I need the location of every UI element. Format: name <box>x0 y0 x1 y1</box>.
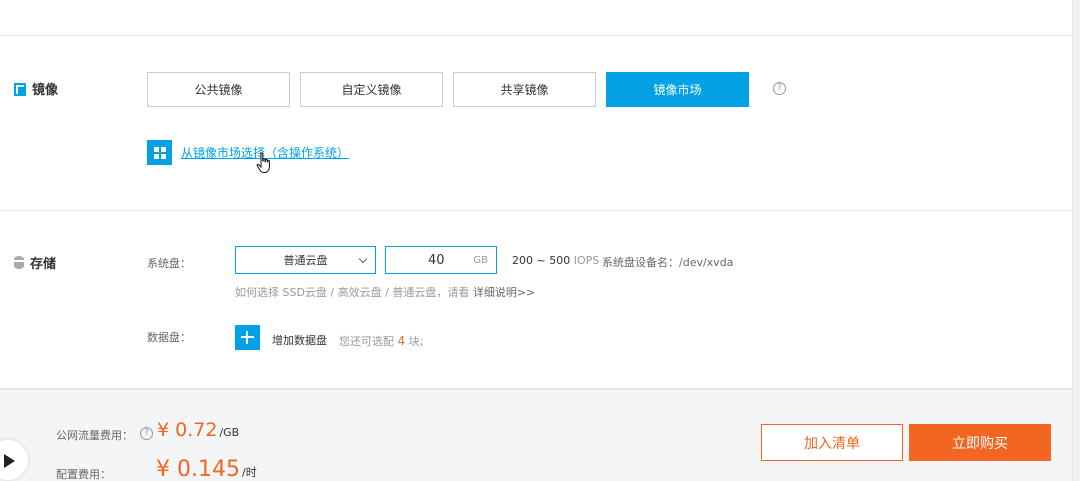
buy-now-button[interactable]: 立即购买 <box>909 424 1051 461</box>
partial-text: ··· ··· ··· · ·· ··· ·· · ·· <box>146 0 281 5</box>
tab-image-market[interactable]: 镜像市场 <box>606 72 749 107</box>
config-price-unit: /时 <box>241 466 257 479</box>
traffic-fee-label: 公网流量费用： <box>56 429 133 442</box>
fee-help-icon[interactable]: ? <box>140 427 153 440</box>
detail-link[interactable]: 详细说明>> <box>473 286 535 299</box>
disk-type-select[interactable]: 普通云盘 <box>235 246 376 274</box>
traffic-price-unit: /GB <box>219 426 240 439</box>
disk-hint-text: 如何选择 SSD云盘 / 高效云盘 / 普通云盘，请看 <box>235 286 470 299</box>
remaining-disks: 您还可选配 4 块; <box>339 333 423 349</box>
top-section-partial: ··· ··· ··· · ·· ··· ·· · ·· <box>0 0 1072 36</box>
disk-size-input[interactable]: 40 GB <box>385 246 497 274</box>
help-icon[interactable]: ? <box>773 82 786 95</box>
tab-custom-image[interactable]: 自定义镜像 <box>300 72 443 107</box>
storage-section: 存储 系统盘： 普通云盘 40 GB 200 ~ 500 IOPS 系统盘设备名… <box>0 211 1072 389</box>
remaining-prefix: 您还可选配 <box>339 335 394 348</box>
system-disk-label: 系统盘： <box>147 257 191 270</box>
storage-section-title: 存储 <box>14 253 56 272</box>
price-footer: 公网流量费用： ? ¥ 0.72 /GB 配置费用： ¥ 0.145 /时 加入… <box>0 389 1072 481</box>
disk-size-unit: GB <box>473 255 488 266</box>
storage-section-label: 存储 <box>30 257 57 272</box>
add-to-cart-button[interactable]: 加入清单 <box>761 424 903 461</box>
image-icon <box>14 82 26 96</box>
add-data-disk-label[interactable]: 增加数据盘 <box>272 332 327 348</box>
tab-public-image[interactable]: 公共镜像 <box>147 72 290 107</box>
chevron-down-icon <box>358 254 368 264</box>
iops-range: 200 ~ 500 IOPS <box>512 254 599 267</box>
image-tabs: 公共镜像 自定义镜像 共享镜像 镜像市场 <box>147 72 749 107</box>
disk-hint: 如何选择 SSD云盘 / 高效云盘 / 普通云盘，请看 详细说明>> <box>235 284 535 300</box>
iops-value: 200 ~ 500 <box>512 254 571 267</box>
device-name: 系统盘设备名：/dev/xvda <box>602 256 734 269</box>
hand-pointer-icon <box>256 152 270 173</box>
iops-unit: IOPS <box>573 254 600 267</box>
traffic-price-value: ¥ 0.72 <box>157 419 218 441</box>
data-disk-label: 数据盘： <box>147 331 191 344</box>
remaining-count: 4 <box>397 334 406 348</box>
config-fee-label: 配置费用： <box>56 468 111 481</box>
add-data-disk-button[interactable] <box>235 325 260 350</box>
grid-icon[interactable] <box>147 140 172 165</box>
scrollbar[interactable] <box>1072 0 1080 481</box>
image-section: 镜像 公共镜像 自定义镜像 共享镜像 镜像市场 ? 从镜像市场选择（含操作系统） <box>0 36 1072 211</box>
config-price-value: ¥ 0.145 <box>156 457 240 481</box>
disk-size-value: 40 <box>428 253 445 268</box>
remaining-suffix: 块; <box>408 335 424 348</box>
image-market-select[interactable]: 从镜像市场选择（含操作系统） <box>147 140 349 165</box>
config-price: ¥ 0.145 /时 <box>156 457 257 481</box>
database-icon <box>14 256 24 269</box>
traffic-price: ¥ 0.72 /GB <box>157 419 239 441</box>
image-section-label: 镜像 <box>32 83 59 98</box>
disk-type-value: 普通云盘 <box>283 254 328 267</box>
tab-shared-image[interactable]: 共享镜像 <box>453 72 596 107</box>
image-section-title: 镜像 <box>14 79 58 98</box>
